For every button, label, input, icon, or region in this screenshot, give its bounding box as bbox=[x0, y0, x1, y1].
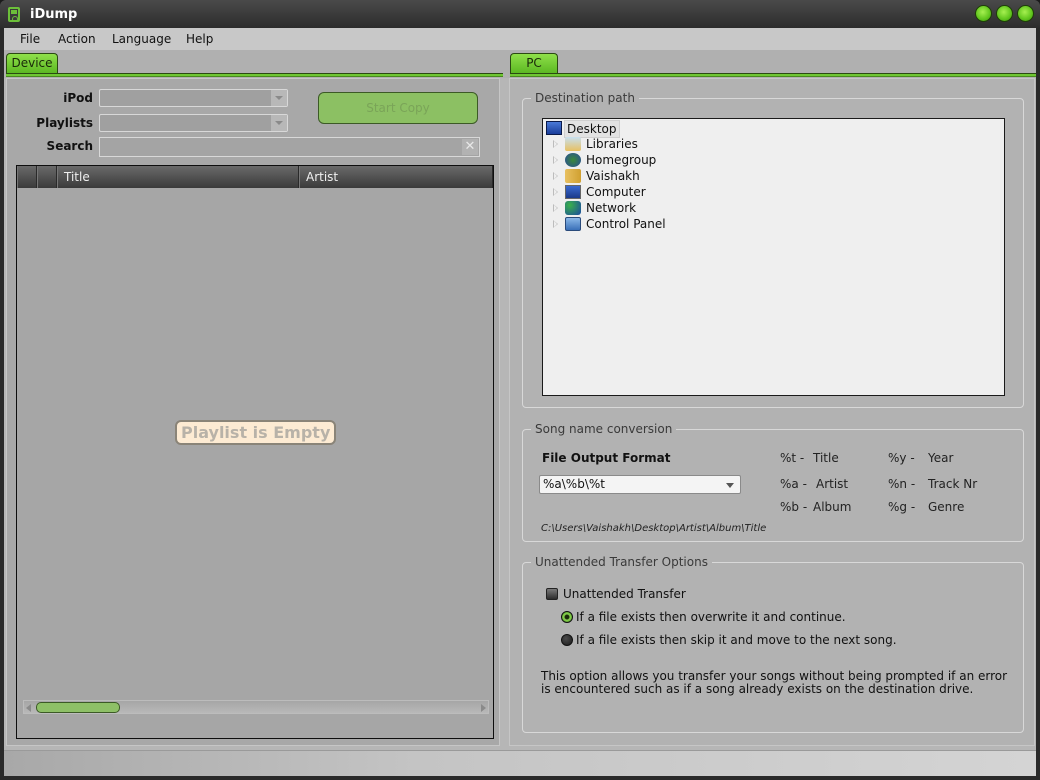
folder-tree[interactable]: Desktop Libraries Homegroup Vaishakh Com… bbox=[542, 118, 1005, 396]
expand-arrow-icon[interactable] bbox=[553, 156, 558, 164]
tree-item-libraries[interactable]: Libraries bbox=[543, 136, 743, 152]
pc-panel: Destination path Desktop Libraries Homeg… bbox=[509, 78, 1035, 746]
ipod-label: iPod bbox=[63, 91, 93, 105]
skip-option-label[interactable]: If a file exists then skip it and move t… bbox=[576, 633, 897, 647]
legend-meaning: Album bbox=[813, 500, 852, 514]
skip-radio[interactable] bbox=[561, 634, 573, 646]
tree-item-label: Computer bbox=[586, 185, 646, 199]
tab-pc[interactable]: PC bbox=[510, 53, 558, 73]
menu-bar: File Action Language Help bbox=[4, 28, 1036, 50]
libraries-icon bbox=[565, 137, 581, 151]
empty-playlist-message: Playlist is Empty bbox=[175, 420, 337, 445]
clear-search-icon[interactable]: ✕ bbox=[462, 139, 478, 155]
expand-arrow-icon[interactable] bbox=[553, 140, 558, 148]
legend-meaning: Year bbox=[928, 451, 954, 465]
menu-action[interactable]: Action bbox=[58, 32, 96, 46]
scrollbar-thumb[interactable] bbox=[36, 702, 120, 713]
tree-item-computer[interactable]: Computer bbox=[543, 184, 743, 200]
user-folder-icon bbox=[565, 169, 581, 183]
chevron-down-icon bbox=[271, 115, 287, 131]
tree-item-homegroup[interactable]: Homegroup bbox=[543, 152, 743, 168]
search-input[interactable]: ✕ bbox=[99, 137, 480, 157]
scroll-left-icon[interactable] bbox=[26, 704, 31, 712]
unattended-transfer-checkbox[interactable] bbox=[546, 588, 558, 600]
file-output-format-select[interactable]: %a\%b\%t bbox=[539, 475, 741, 494]
expand-arrow-icon[interactable] bbox=[553, 188, 558, 196]
playlists-select[interactable] bbox=[99, 114, 288, 132]
tree-item-control-panel[interactable]: Control Panel bbox=[543, 216, 743, 232]
tree-item-network[interactable]: Network bbox=[543, 200, 743, 216]
menu-help[interactable]: Help bbox=[186, 32, 213, 46]
client-area: File Action Language Help Device iPod Pl… bbox=[4, 28, 1036, 776]
legend-code: %g - bbox=[888, 500, 916, 514]
title-bar[interactable]: iDump bbox=[0, 0, 1040, 28]
control-panel-icon bbox=[565, 217, 581, 231]
overwrite-option-label[interactable]: If a file exists then overwrite it and c… bbox=[576, 610, 846, 624]
legend-code: %n - bbox=[888, 477, 916, 491]
desktop-icon bbox=[546, 121, 562, 135]
legend-meaning: Artist bbox=[816, 477, 849, 491]
unattended-transfer-title: Unattended Transfer Options bbox=[531, 555, 712, 569]
column-header-status[interactable] bbox=[37, 166, 57, 188]
file-output-format-label: File Output Format bbox=[542, 451, 671, 465]
expand-arrow-icon[interactable] bbox=[553, 172, 558, 180]
start-copy-button[interactable]: Start Copy bbox=[318, 92, 478, 124]
song-name-conversion-title: Song name conversion bbox=[531, 422, 677, 436]
legend-code: %t - bbox=[780, 451, 805, 465]
close-button[interactable] bbox=[1017, 5, 1034, 22]
menu-file[interactable]: File bbox=[20, 32, 40, 46]
table-header: Title Artist bbox=[17, 166, 493, 188]
computer-icon bbox=[565, 185, 581, 199]
tree-item-label: Homegroup bbox=[586, 153, 657, 167]
unattended-description: This option allows you transfer your son… bbox=[541, 669, 1008, 696]
column-header-artist[interactable]: Artist bbox=[299, 166, 493, 188]
destination-path-title: Destination path bbox=[531, 91, 639, 105]
legend-meaning: Title bbox=[813, 451, 839, 465]
unattended-transfer-label[interactable]: Unattended Transfer bbox=[563, 587, 686, 601]
column-header-select[interactable] bbox=[17, 166, 37, 188]
window-title: iDump bbox=[30, 7, 78, 22]
pc-tab-underline bbox=[510, 73, 1036, 77]
tab-device[interactable]: Device bbox=[6, 53, 58, 73]
legend-code: %y - bbox=[888, 451, 915, 465]
legend-meaning: Genre bbox=[928, 500, 965, 514]
horizontal-scrollbar[interactable] bbox=[23, 700, 489, 714]
expand-arrow-icon[interactable] bbox=[553, 220, 558, 228]
legend-code: %b - bbox=[780, 500, 808, 514]
unattended-transfer-group: Unattended Transfer Options Unattended T… bbox=[522, 555, 1024, 733]
scroll-right-icon[interactable] bbox=[481, 704, 486, 712]
minimize-button[interactable] bbox=[975, 5, 992, 22]
playlists-label: Playlists bbox=[36, 116, 93, 130]
overwrite-radio[interactable] bbox=[561, 611, 573, 623]
column-header-title[interactable]: Title bbox=[57, 166, 299, 188]
expand-arrow-icon[interactable] bbox=[553, 204, 558, 212]
destination-path-group: Destination path Desktop Libraries Homeg… bbox=[522, 91, 1024, 408]
search-label: Search bbox=[46, 139, 93, 153]
maximize-button[interactable] bbox=[996, 5, 1013, 22]
device-tab-underline bbox=[6, 73, 503, 77]
example-output-path: C:\Users\Vaishakh\Desktop\Artist\Album\T… bbox=[541, 523, 767, 534]
tracks-table: Title Artist Playlist is Empty bbox=[16, 165, 494, 739]
tree-item-desktop[interactable]: Desktop bbox=[543, 120, 643, 138]
ipod-app-icon bbox=[8, 7, 20, 22]
legend-code: %a - bbox=[780, 477, 807, 491]
status-bar bbox=[4, 750, 1036, 776]
homegroup-icon bbox=[565, 153, 581, 167]
network-icon bbox=[565, 201, 581, 215]
legend-meaning: Track Nr bbox=[928, 477, 978, 491]
ipod-select[interactable] bbox=[99, 89, 288, 107]
tree-item-label: Vaishakh bbox=[586, 169, 640, 183]
chevron-down-icon bbox=[271, 90, 287, 106]
tree-item-vaishakh[interactable]: Vaishakh bbox=[543, 168, 743, 184]
device-panel: iPod Playlists Search ✕ Start Copy Title… bbox=[6, 78, 500, 746]
song-name-conversion-group: Song name conversion File Output Format … bbox=[522, 422, 1024, 542]
app-window: iDump File Action Language Help Device i… bbox=[0, 0, 1040, 780]
tree-item-label: Libraries bbox=[586, 137, 638, 151]
tree-item-label: Control Panel bbox=[586, 217, 666, 231]
menu-language[interactable]: Language bbox=[112, 32, 171, 46]
tree-item-label: Network bbox=[586, 201, 637, 215]
